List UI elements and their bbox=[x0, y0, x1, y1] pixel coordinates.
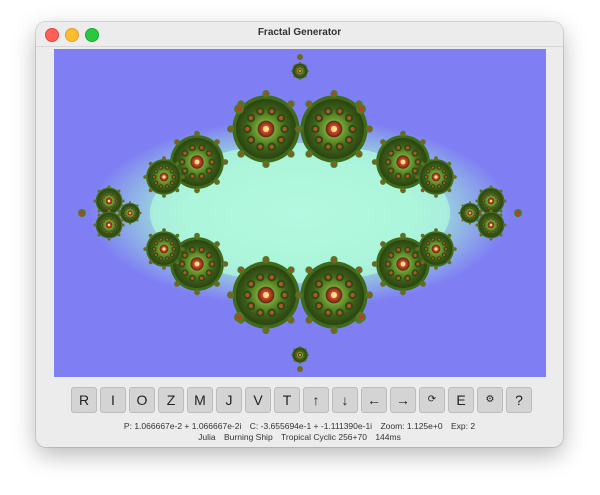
toolbar: R I O Z M J V T ↑ ↓ ← → ⟳ E ⚙? bbox=[71, 387, 532, 413]
status-zoom: Zoom: 1.125e+0 bbox=[380, 421, 443, 431]
settings-button[interactable]: ⚙ bbox=[477, 387, 503, 413]
r-button[interactable]: R bbox=[71, 387, 97, 413]
z-button[interactable]: Z bbox=[158, 387, 184, 413]
app-window: Fractal Generator R I O Z M J V T ↑ ↓ ← … bbox=[36, 22, 563, 447]
down-button[interactable]: ↓ bbox=[332, 387, 358, 413]
j-button[interactable]: J bbox=[216, 387, 242, 413]
m-button[interactable]: M bbox=[187, 387, 213, 413]
title-bar[interactable]: Fractal Generator bbox=[36, 22, 563, 47]
status-exp: Exp: 2 bbox=[450, 421, 476, 431]
help-button[interactable]: ? bbox=[506, 387, 532, 413]
fractal-image[interactable] bbox=[54, 49, 546, 377]
i-button[interactable]: I bbox=[100, 387, 126, 413]
v-button[interactable]: V bbox=[245, 387, 271, 413]
status-line-coordinates: P: 1.066667e-2 + 1.066667e-2i C: -3.6556… bbox=[36, 421, 563, 431]
left-button[interactable]: ← bbox=[361, 387, 387, 413]
status-mode: Julia bbox=[198, 432, 216, 442]
status-time: 144ms bbox=[375, 432, 401, 442]
status-p: P: 1.066667e-2 + 1.066667e-2i bbox=[123, 421, 242, 431]
o-button[interactable]: O bbox=[129, 387, 155, 413]
status-palette: Tropical Cyclic 256+70 bbox=[281, 432, 367, 442]
t-button[interactable]: T bbox=[274, 387, 300, 413]
status-line-info: Julia Burning Ship Tropical Cyclic 256+7… bbox=[36, 432, 563, 442]
cycle-button[interactable]: ⟳ bbox=[419, 387, 445, 413]
window-title: Fractal Generator bbox=[257, 27, 342, 38]
fractal-canvas[interactable] bbox=[54, 49, 546, 377]
status-fractal: Burning Ship bbox=[224, 432, 273, 442]
right-button[interactable]: → bbox=[390, 387, 416, 413]
status-c: C: -3.655694e-1 + -1.111390e-1i bbox=[249, 421, 373, 431]
e-button[interactable]: E bbox=[448, 387, 474, 413]
up-button[interactable]: ↑ bbox=[303, 387, 329, 413]
